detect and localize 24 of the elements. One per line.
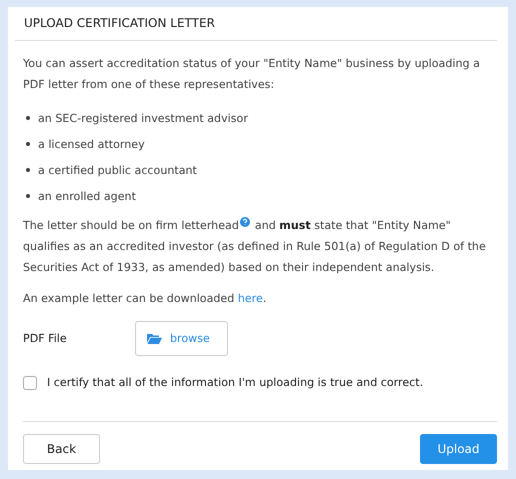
bullet-icon: [26, 168, 30, 172]
checkbox-label: I certify that all of the information I'm uploading is true and correct.: [47, 375, 424, 391]
list-item: an SEC-registered investment advisor: [38, 110, 248, 126]
certify-checkbox[interactable]: [23, 376, 37, 390]
requirement-text: qualifies as an accredited investor (as defined in Rule 501(a) of Regulation D of the Securities Act of 1933, as amended) based on their independent analysis.: [23, 239, 487, 276]
example-text: An example letter can be downloaded: [23, 292, 236, 305]
bullet-icon: [26, 116, 30, 120]
field-label: PDF File: [23, 331, 68, 347]
help-icon[interactable]: [240, 216, 250, 226]
list-item: a licensed attorney: [38, 136, 145, 152]
bullet-icon: [26, 194, 30, 198]
requirement-text: The letter should be on firm letterhead: [23, 218, 239, 234]
dialog-title: UPLOAD CERTIFICATION LETTER: [15, 7, 497, 41]
download-link[interactable]: here: [238, 292, 263, 305]
upload-button[interactable]: Upload: [420, 434, 497, 464]
bullet-icon: [26, 142, 30, 146]
requirement-text: and must state that "Entity Name": [254, 218, 451, 234]
list-item: an enrolled agent: [38, 188, 136, 204]
back-button[interactable]: Back: [23, 434, 100, 464]
period-text: .: [262, 292, 266, 305]
list-item: a certified public accountant: [38, 162, 197, 178]
intro-text: You can assert accreditation status of your "Entity Name" business by uploading a PDF letter from one of these representatives:: [23, 56, 481, 93]
browse-button[interactable]: browse: [135, 321, 228, 356]
folder-icon: [147, 333, 162, 344]
